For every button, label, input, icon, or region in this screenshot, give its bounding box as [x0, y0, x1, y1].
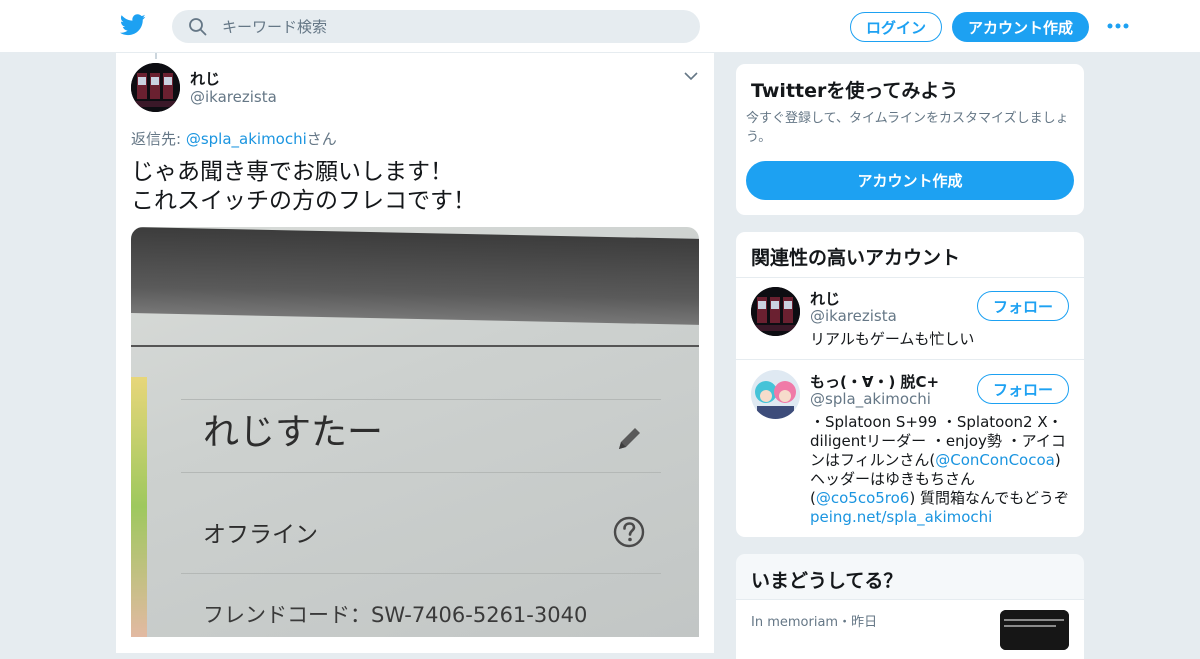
account-handle[interactable]: @spla_akimochi [810, 390, 931, 408]
search-input[interactable] [222, 10, 682, 43]
trend-item[interactable]: In memoriam・昨日 [736, 599, 1084, 659]
chevron-down-icon[interactable] [684, 71, 698, 81]
photo-divider [181, 472, 661, 473]
photo-side-image [131, 377, 147, 637]
account-bio: ・Splatoon S+99 ・Splatoon2 X・diligentリーダー… [810, 413, 1072, 527]
photo-status: オフライン [203, 522, 318, 548]
photo-divider [181, 573, 661, 574]
tweet-text-line: じゃあ聞き専でお願いします！ [131, 159, 453, 185]
trend-meta: In memoriam・昨日 [751, 615, 878, 630]
photo-screen-bezel [131, 227, 699, 325]
bio-text: ) 質問箱なんでもどうぞ [909, 489, 1069, 507]
follow-button[interactable]: フォロー [977, 291, 1069, 321]
account-bio: リアルもゲームも忙しい [810, 330, 975, 348]
trends-title: いまどうしてる？ [751, 570, 903, 592]
try-twitter-title: Twitterを使ってみよう [751, 80, 959, 102]
bio-mention-link[interactable]: @ConConCocoa [935, 451, 1055, 469]
more-options-icon[interactable] [1106, 19, 1130, 33]
related-accounts-card: 関連性の高いアカウント れじ @ikarezista フォロー リアルもゲームも… [735, 231, 1085, 538]
top-bar: ログイン アカウント作成 [0, 0, 1200, 53]
follow-button[interactable]: フォロー [977, 374, 1069, 404]
sidebar-signup-button[interactable]: アカウント作成 [746, 161, 1074, 200]
twitter-bird-icon[interactable] [120, 14, 146, 36]
reply-prefix: 返信先: [131, 130, 186, 148]
divider [736, 277, 1084, 278]
account-name[interactable]: れじ [810, 288, 840, 309]
divider [736, 359, 1084, 360]
photo-divider [131, 345, 699, 347]
tweet-photo[interactable]: れじすたー オフライン フレンドコード：SW-7406-5261-3040 [131, 227, 699, 637]
reply-context: 返信先: @spla_akimochiさん [131, 128, 337, 149]
avatar-image [751, 370, 800, 419]
try-twitter-description: 今すぐ登録して、タイムラインをカスタマイズしましょう。 [746, 111, 1069, 145]
tweet-text: じゃあ聞き専でお願いします！ これスイッチの方のフレコです！ [131, 158, 691, 216]
search-box[interactable] [172, 10, 700, 43]
pencil-icon [619, 428, 640, 449]
search-icon [189, 18, 207, 36]
tweet-text-line: これスイッチの方のフレコです！ [131, 188, 476, 214]
login-button[interactable]: ログイン [850, 12, 942, 42]
trends-card: いまどうしてる？ In memoriam・昨日 [735, 553, 1085, 659]
help-icon [613, 516, 645, 548]
reply-handle-link[interactable]: @spla_akimochi [186, 130, 307, 148]
account-avatar[interactable] [751, 370, 800, 419]
try-twitter-card: Twitterを使ってみよう 今すぐ登録して、タイムラインをカスタマイズしましょ… [735, 63, 1085, 216]
related-accounts-title: 関連性の高いアカウント [751, 247, 961, 269]
account-handle[interactable]: @ikarezista [810, 307, 897, 325]
reply-suffix: さん [306, 130, 337, 148]
thumbnail-image [1000, 610, 1069, 650]
tweet-author-name[interactable]: れじ [190, 68, 220, 89]
thread-line [155, 53, 157, 59]
tweet-author-handle[interactable]: @ikarezista [190, 88, 277, 106]
avatar-image [131, 63, 180, 112]
bio-url-link[interactable]: peing.net/spla_akimochi [810, 508, 992, 526]
photo-friend-code: フレンドコード：SW-7406-5261-3040 [203, 603, 588, 627]
account-avatar[interactable] [751, 287, 800, 336]
tweet-author-avatar[interactable] [131, 63, 180, 112]
trend-thumbnail[interactable] [1000, 610, 1069, 650]
photo-divider [181, 399, 661, 400]
signup-button[interactable]: アカウント作成 [952, 12, 1089, 42]
account-name[interactable]: もっ(・∀・) 脱C+ [810, 371, 939, 392]
bio-mention-link[interactable]: @co5co5ro6 [816, 489, 910, 507]
photo-user-name: れじすたー [203, 412, 384, 453]
avatar-image [751, 287, 800, 336]
